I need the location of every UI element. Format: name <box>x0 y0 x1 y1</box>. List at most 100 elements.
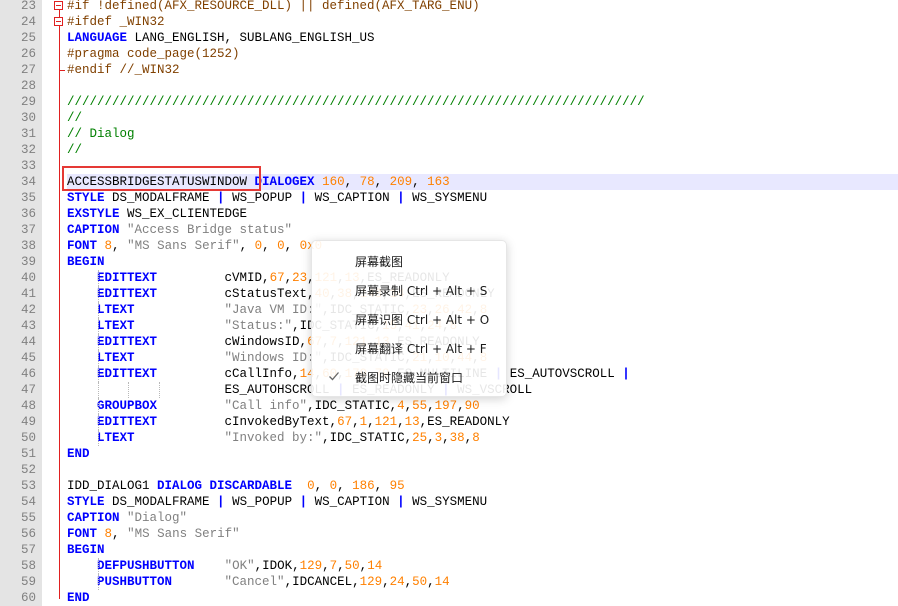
code-token: 8 <box>472 431 480 445</box>
code-line[interactable]: 36 EXSTYLE WS_EX_CLIENTEDGE <box>0 206 898 222</box>
code-line[interactable]: 59 PUSHBUTTON "Cancel",IDCANCEL,129,24,5… <box>0 574 898 590</box>
code-line[interactable]: 28 <box>0 78 898 94</box>
fold-guide <box>59 174 60 190</box>
menu-item-screen-ocr[interactable]: 屏幕识图 Ctrl + Alt + O <box>355 310 489 330</box>
fold-collapse-icon[interactable] <box>54 1 63 10</box>
code-token: | <box>622 367 630 381</box>
code-token: , <box>337 559 345 573</box>
line-number: 49 <box>0 414 42 430</box>
code-token: , <box>442 431 450 445</box>
code-token: 209 <box>389 175 413 189</box>
code-token: DS_MODALFRAME <box>104 495 218 509</box>
code-line[interactable]: 29 //////////////////////////////////////… <box>0 94 898 110</box>
code-token: , <box>322 559 330 573</box>
code-line[interactable]: 55 CAPTION "Dialog" <box>0 510 898 526</box>
code-text: END <box>67 446 90 462</box>
fold-guide <box>59 46 60 62</box>
code-line[interactable]: 50 LTEXT "Invoked by:",IDC_STATIC,25,3,3… <box>0 430 898 446</box>
indent-guide <box>97 574 99 590</box>
code-text: // <box>67 142 82 158</box>
code-line[interactable]: 56 FONT 8, "MS Sans Serif" <box>0 526 898 542</box>
code-token: | <box>299 191 308 205</box>
line-number: 23 <box>0 0 42 14</box>
code-text: #ifdef _WIN32 <box>67 14 165 30</box>
code-token: ,IDOK, <box>254 559 300 573</box>
code-line[interactable]: 53 IDD_DIALOG1 DIALOG DISCARDABLE 0, 0, 1… <box>0 478 898 494</box>
code-token: 14 <box>434 575 450 589</box>
code-token: #ifdef _WIN32 <box>67 15 165 29</box>
code-token: #if !defined(AFX_RESOURCE_DLL) || define… <box>67 0 480 13</box>
fold-guide <box>59 542 60 558</box>
code-token: DIALOG DISCARDABLE <box>157 479 293 493</box>
menu-item-hide-window[interactable]: 截图时隐藏当前窗口 <box>355 368 463 388</box>
code-line[interactable]: 51 END <box>0 446 898 462</box>
code-line[interactable]: 26 #pragma code_page(1252) <box>0 46 898 62</box>
fold-collapse-icon[interactable] <box>54 17 63 26</box>
code-token: DS_MODALFRAME <box>104 191 218 205</box>
code-token: , <box>404 399 413 413</box>
code-text: #if !defined(AFX_RESOURCE_DLL) || define… <box>67 0 480 14</box>
code-token: ES_AUTOHSCROLL <box>67 383 338 397</box>
code-line[interactable]: 57 BEGIN <box>0 542 898 558</box>
line-number: 41 <box>0 286 42 302</box>
menu-item-screen-translate[interactable]: 屏幕翻译 Ctrl + Alt + F <box>355 339 487 359</box>
line-number: 59 <box>0 574 42 590</box>
line-number: 58 <box>0 558 42 574</box>
code-token: 67 <box>269 271 285 285</box>
fold-guide <box>59 462 60 478</box>
fold-margin <box>48 222 64 238</box>
fold-margin <box>48 254 64 270</box>
fold-margin <box>48 30 64 46</box>
code-token: END <box>67 591 90 605</box>
menu-item-screen-record[interactable]: 屏幕录制 Ctrl + Alt + S <box>355 281 487 301</box>
code-token: 95 <box>389 479 405 493</box>
code-token: FONT <box>67 239 98 253</box>
code-token: , <box>112 527 128 541</box>
code-token: "Cancel" <box>224 575 285 589</box>
code-line[interactable]: 30 // <box>0 110 898 126</box>
code-token: FONT <box>67 527 98 541</box>
fold-guide <box>59 318 60 334</box>
code-line[interactable]: 58 DEFPUSHBUTTON "OK",IDOK,129,7,50,14 <box>0 558 898 574</box>
code-token: "Access Bridge status" <box>127 223 293 237</box>
code-token: 13 <box>404 415 420 429</box>
code-line[interactable]: 48 GROUPBOX "Call info",IDC_STATIC,4,55,… <box>0 398 898 414</box>
code-token: EDITTEXT <box>97 271 158 285</box>
code-line[interactable]: 37 CAPTION "Access Bridge status" <box>0 222 898 238</box>
code-line[interactable]: 54 STYLE DS_MODALFRAME | WS_POPUP | WS_CA… <box>0 494 898 510</box>
code-token: LTEXT <box>97 431 135 445</box>
code-token: 160 <box>322 175 345 189</box>
code-token: 0 <box>277 239 285 253</box>
fold-margin <box>48 542 64 558</box>
code-line[interactable]: 25 LANGUAGE LANG_ENGLISH, SUBLANG_ENGLISH… <box>0 30 898 46</box>
code-line[interactable]: 31 // Dialog <box>0 126 898 142</box>
fold-guide <box>59 158 60 174</box>
code-line[interactable]: 27 #endif //_WIN32 <box>0 62 898 78</box>
code-line[interactable]: 49 EDITTEXT cInvokedByText,67,1,121,13,E… <box>0 414 898 430</box>
code-token: , <box>374 175 390 189</box>
code-token: , <box>374 479 390 493</box>
code-line[interactable]: 52 <box>0 462 898 478</box>
code-line[interactable]: 23 #if !defined(AFX_RESOURCE_DLL) || defi… <box>0 0 898 14</box>
code-token: WS_EX_CLIENTEDGE <box>119 207 248 221</box>
fold-guide <box>59 574 60 590</box>
code-token: 186 <box>352 479 375 493</box>
code-token: 4 <box>397 399 405 413</box>
indent-guide <box>97 430 99 446</box>
code-token: , <box>337 479 353 493</box>
code-token: // Dialog <box>67 127 135 141</box>
code-line[interactable]: 32 // <box>0 142 898 158</box>
fold-margin <box>48 238 64 254</box>
fold-guide <box>59 238 60 254</box>
code-text: PUSHBUTTON "Cancel",IDCANCEL,129,24,50,1… <box>67 574 450 590</box>
code-token: 38 <box>449 431 465 445</box>
code-line[interactable]: 35 STYLE DS_MODALFRAME | WS_POPUP | WS_CA… <box>0 190 898 206</box>
code-line[interactable]: 24 #ifdef _WIN32 <box>0 14 898 30</box>
code-text: #endif //_WIN32 <box>67 62 180 78</box>
menu-item-screenshot[interactable]: 屏幕截图 <box>355 252 403 272</box>
